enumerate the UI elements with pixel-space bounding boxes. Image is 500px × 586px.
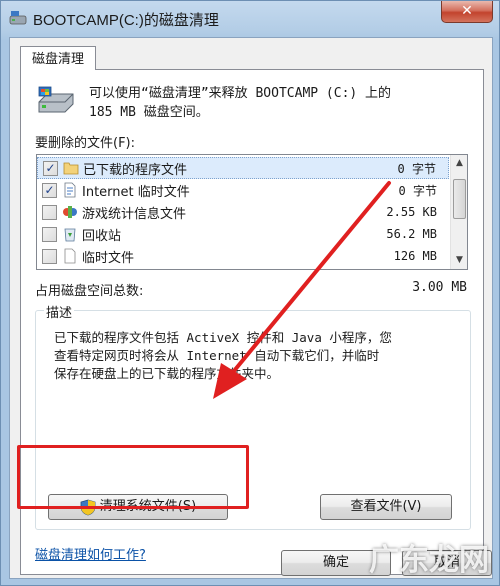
disk-cleanup-window: BOOTCAMP(C:)的磁盘清理 ✕ 磁盘清理 可以使用“磁盘清理”来释放 B… (0, 0, 500, 586)
list-item-name: Internet 临时文件 (82, 184, 190, 200)
list-item-name: 游戏统计信息文件 (82, 206, 187, 222)
list-item-size: 56.2 MB (386, 227, 437, 241)
list-item[interactable]: 临时文件 126 MB (37, 245, 449, 267)
document-icon (64, 182, 76, 198)
file-icon (64, 248, 76, 264)
recycle-bin-icon (64, 228, 76, 242)
list-item-size: 0 字节 (398, 183, 437, 198)
scroll-thumb[interactable] (453, 179, 466, 219)
files-list[interactable]: ✓ 已下载的程序文件 0 字节 ✓ Internet 临时文件 0 字节 游戏统… (36, 154, 468, 270)
drive-cleanup-icon (9, 11, 27, 25)
games-icon (63, 206, 77, 218)
list-item[interactable]: 回收站 56.2 MB (37, 223, 449, 245)
title-bar[interactable]: BOOTCAMP(C:)的磁盘清理 ✕ (1, 1, 499, 37)
total-space-label: 占用磁盘空间总数: (35, 284, 144, 299)
summary-line-2: 185 MB 磁盘空间。 (89, 105, 209, 120)
list-item[interactable]: ✓ 已下载的程序文件 0 字节 (37, 157, 449, 179)
total-space-value: 3.00 MB (412, 280, 467, 295)
highlight-box (17, 445, 249, 509)
checkbox[interactable] (42, 204, 57, 220)
space-summary: 可以使用“磁盘清理”来释放 BOOTCAMP (C:) 上的 185 MB 磁盘… (89, 84, 469, 122)
list-item[interactable]: ✓ Internet 临时文件 0 字节 (37, 179, 449, 201)
folder-icon (63, 162, 79, 175)
list-item-size: 0 字节 (397, 161, 436, 176)
checkbox[interactable]: ✓ (42, 182, 57, 198)
files-to-delete-label: 要删除的文件(F): (35, 136, 136, 151)
list-item-name: 已下载的程序文件 (83, 162, 188, 178)
close-button[interactable]: ✕ (441, 1, 493, 23)
watermark: 广东龙网 (369, 543, 489, 578)
list-item-name: 回收站 (82, 228, 122, 244)
window-title: BOOTCAMP(C:)的磁盘清理 (33, 12, 219, 29)
description-text: 已下载的程序文件包括 ActiveX 控件和 Java 小程序，您 查看特定网页… (54, 329, 464, 383)
description-line: 已下载的程序文件包括 ActiveX 控件和 Java 小程序，您 (54, 330, 392, 345)
description-line: 保存在硬盘上的已下载的程序文件夹中。 (54, 366, 280, 381)
scroll-down-arrow-icon[interactable]: ▼ (451, 252, 467, 269)
description-line: 查看特定网页时将会从 Internet 自动下载它们，并临时 (54, 348, 380, 363)
list-item-size: 2.55 KB (386, 205, 437, 219)
view-files-button[interactable]: 查看文件(V) (320, 494, 452, 520)
list-scrollbar[interactable]: ▲ ▼ (450, 155, 467, 269)
description-title: 描述 (44, 302, 75, 321)
list-item-size: 126 MB (393, 249, 437, 263)
list-item[interactable]: 游戏统计信息文件 2.55 KB (37, 201, 449, 223)
scroll-up-arrow-icon[interactable]: ▲ (451, 155, 467, 172)
checkbox[interactable] (42, 226, 57, 242)
how-disk-cleanup-works-link[interactable]: 磁盘清理如何工作? (35, 544, 146, 563)
list-item-name: 临时文件 (82, 250, 135, 266)
drive-icon (38, 86, 74, 113)
checkbox[interactable] (42, 248, 57, 264)
checkbox[interactable]: ✓ (43, 160, 58, 176)
summary-line-1: 可以使用“磁盘清理”来释放 BOOTCAMP (C:) 上的 (89, 86, 392, 101)
tab-disk-cleanup[interactable]: 磁盘清理 (20, 46, 96, 70)
